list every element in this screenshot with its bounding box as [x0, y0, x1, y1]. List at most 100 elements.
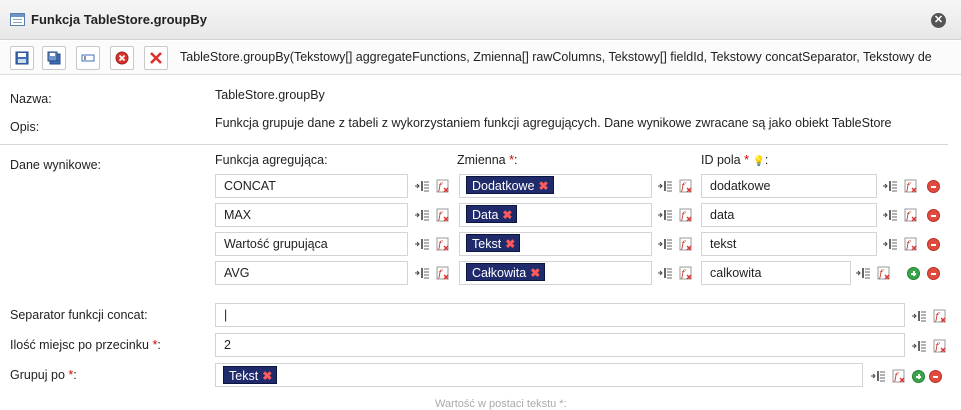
function-icon[interactable]: f	[678, 237, 693, 251]
variable-tag[interactable]: Całkowita ✖	[466, 263, 546, 281]
add-icon[interactable]	[912, 370, 925, 383]
list-icon[interactable]	[658, 180, 672, 192]
function-icon[interactable]: f	[435, 208, 450, 222]
field-id-input[interactable]: data	[701, 203, 877, 227]
description-label: Opis:	[10, 120, 40, 134]
field-id-header-colon: :	[764, 153, 769, 167]
decimal-places-input[interactable]: 2	[215, 333, 905, 357]
name-value: TableStore.groupBy	[215, 88, 325, 102]
group-by-label: Grupuj po *:	[10, 368, 77, 382]
group-by-label-text: Grupuj po	[10, 368, 65, 382]
description-value: Funkcja grupuje dane z tabeli z wykorzys…	[215, 116, 892, 130]
function-icon[interactable]: f	[435, 266, 450, 280]
function-icon[interactable]: f	[435, 179, 450, 193]
save-as-button[interactable]	[42, 46, 66, 70]
field-id-input[interactable]: calkowita	[701, 261, 851, 285]
variable-header-text: Zmienna	[457, 153, 506, 167]
decimal-places-label: Ilość miejsc po przecinku *:	[10, 338, 161, 352]
output-label: Dane wynikowe:	[10, 158, 102, 172]
aggregate-function-input[interactable]: CONCAT	[215, 174, 408, 198]
function-icon[interactable]: f	[932, 309, 947, 323]
window-titlebar: Funkcja TableStore.groupBy ✕	[0, 0, 961, 40]
save-copy-icon	[47, 51, 61, 65]
list-icon[interactable]	[415, 267, 429, 279]
decimal-places-label-colon: :	[157, 338, 161, 352]
group-by-label-colon: :	[73, 368, 77, 382]
list-icon[interactable]	[658, 267, 672, 279]
list-icon[interactable]	[415, 209, 429, 221]
remove-tag-icon[interactable]: ✖	[539, 179, 549, 193]
delete-row-icon[interactable]	[927, 209, 940, 222]
tag-label: Tekst	[229, 369, 259, 383]
aggregate-function-input[interactable]: AVG	[215, 261, 408, 285]
divider	[0, 144, 948, 145]
delete-button[interactable]	[144, 46, 168, 70]
group-by-input[interactable]	[215, 363, 863, 387]
list-icon[interactable]	[658, 238, 672, 250]
list-icon[interactable]	[871, 370, 885, 382]
list-icon[interactable]	[883, 238, 897, 250]
tag-label: Całkowita	[472, 266, 527, 280]
group-by-tag[interactable]: Tekst ✖	[223, 366, 278, 384]
window-title: Funkcja TableStore.groupBy	[31, 12, 208, 27]
close-icon[interactable]: ✕	[931, 13, 946, 28]
tag-label: Data	[472, 208, 499, 222]
function-icon[interactable]: f	[435, 237, 450, 251]
list-icon[interactable]	[658, 209, 672, 221]
concat-separator-input[interactable]: |	[215, 303, 905, 327]
decimal-places-label-text: Ilość miejsc po przecinku	[10, 338, 149, 352]
add-row-icon[interactable]	[907, 267, 920, 280]
list-icon[interactable]	[415, 238, 429, 250]
remove-tag-icon[interactable]: ✖	[262, 369, 272, 383]
function-icon[interactable]: f	[903, 237, 918, 251]
delete-row-icon[interactable]	[927, 267, 940, 280]
function-icon[interactable]: f	[876, 266, 891, 280]
function-icon[interactable]: f	[903, 179, 918, 193]
list-icon[interactable]	[856, 267, 870, 279]
hidden-field-label: Wartość w postaci tekstu *:	[435, 398, 567, 410]
variable-tag[interactable]: Tekst ✖	[466, 234, 521, 252]
function-icon[interactable]: f	[678, 179, 693, 193]
variable-tag[interactable]: Data ✖	[466, 205, 518, 223]
aggregate-function-input[interactable]: MAX	[215, 203, 408, 227]
tag-label: Dodatkowe	[472, 179, 535, 193]
table-icon	[10, 13, 25, 26]
delete-row-icon[interactable]	[929, 370, 942, 383]
variable-tag[interactable]: Dodatkowe ✖	[466, 176, 554, 194]
list-icon[interactable]	[883, 180, 897, 192]
variable-header: Zmienna *:	[457, 153, 517, 167]
list-icon[interactable]	[415, 180, 429, 192]
name-label: Nazwa:	[10, 92, 52, 106]
rename-button[interactable]	[76, 46, 100, 70]
remove-tag-icon[interactable]: ✖	[530, 266, 540, 280]
field-id-header: ID pola * 💡:	[701, 153, 768, 167]
function-icon[interactable]: f	[903, 208, 918, 222]
variable-header-colon: :	[514, 153, 518, 167]
field-id-header-text: ID pola	[701, 153, 741, 167]
list-icon[interactable]	[912, 340, 926, 352]
required-mark: *	[744, 153, 749, 167]
aggregate-function-input[interactable]: Wartość grupująca	[215, 232, 408, 256]
save-button[interactable]	[10, 46, 34, 70]
function-icon[interactable]: f	[678, 208, 693, 222]
function-icon[interactable]: f	[678, 266, 693, 280]
save-icon	[15, 51, 29, 65]
list-icon[interactable]	[912, 310, 926, 322]
cancel-button[interactable]	[110, 46, 134, 70]
remove-tag-icon[interactable]: ✖	[502, 208, 512, 222]
hint-bulb-icon[interactable]: 💡	[752, 156, 764, 167]
cancel-icon	[115, 51, 129, 65]
concat-separator-label: Separator funkcji concat:	[10, 308, 148, 322]
delete-icon	[150, 52, 162, 64]
tag-label: Tekst	[472, 237, 502, 251]
function-signature: TableStore.groupBy(Tekstowy[] aggregateF…	[180, 50, 932, 64]
list-icon[interactable]	[883, 209, 897, 221]
delete-row-icon[interactable]	[927, 180, 940, 193]
delete-row-icon[interactable]	[927, 238, 940, 251]
field-id-input[interactable]: tekst	[701, 232, 877, 256]
aggregate-function-header: Funkcja agregująca:	[215, 153, 328, 167]
function-icon[interactable]: f	[932, 339, 947, 353]
function-icon[interactable]: f	[891, 369, 906, 383]
remove-tag-icon[interactable]: ✖	[505, 237, 515, 251]
field-id-input[interactable]: dodatkowe	[701, 174, 877, 198]
